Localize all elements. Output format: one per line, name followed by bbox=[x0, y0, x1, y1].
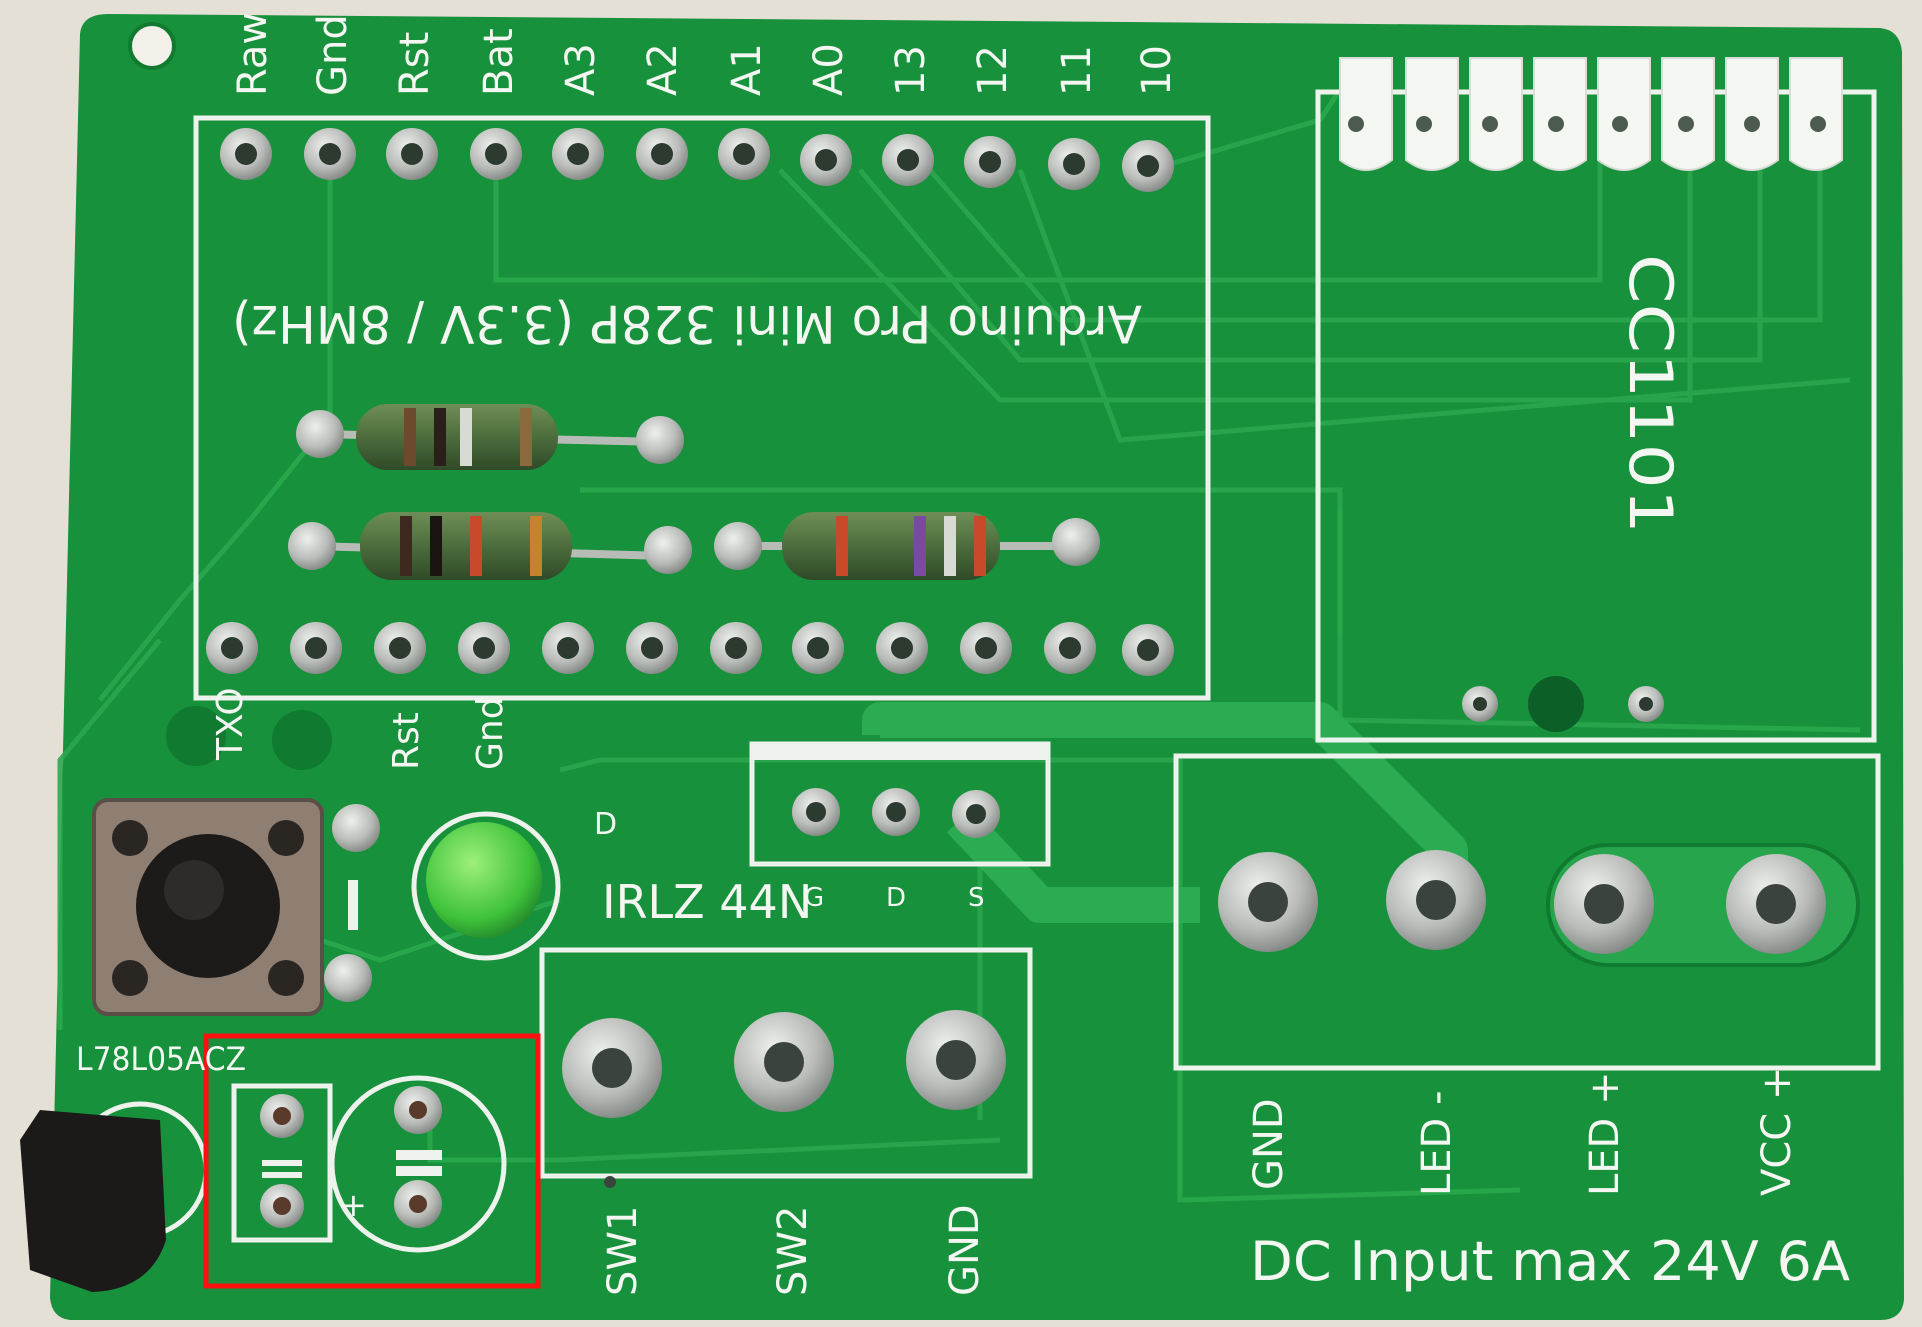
input-rating-label: DC Input max 24V 6A bbox=[1250, 1230, 1850, 1293]
regulator-label: L78L05ACZ bbox=[76, 1040, 246, 1078]
rst-pad bbox=[272, 710, 332, 770]
button-pad bbox=[324, 954, 372, 1002]
mosfet-pads bbox=[792, 788, 1000, 838]
button-silkscreen-mark bbox=[348, 880, 358, 930]
mounting-hole bbox=[128, 22, 176, 70]
pin-label-a0: A0 bbox=[806, 43, 852, 96]
lower-label-rst: Rst bbox=[386, 712, 427, 770]
mosfet-tab-band bbox=[752, 742, 1048, 760]
electrolytic-cap-pads bbox=[394, 1086, 442, 1228]
pin-label-a3: A3 bbox=[558, 43, 604, 96]
switch-terminal-pads bbox=[562, 1010, 1006, 1118]
mosfet-pin-s: S bbox=[968, 883, 985, 913]
mosfet-label: IRLZ 44N bbox=[602, 875, 812, 929]
pin-label-13: 13 bbox=[888, 45, 934, 96]
terminal-label-sw1: SW1 bbox=[600, 1206, 646, 1296]
lower-label-gnd: Gnd bbox=[470, 696, 511, 770]
power-label-led-minus: LED - bbox=[1414, 1090, 1460, 1196]
power-label-led-plus: LED + bbox=[1582, 1071, 1628, 1196]
reset-button[interactable] bbox=[92, 798, 324, 1016]
green-led bbox=[426, 822, 542, 938]
radio-label: CC1101 bbox=[1615, 254, 1685, 534]
pin-label-gnd: Gnd bbox=[310, 14, 356, 96]
mosfet-pin-d: D bbox=[886, 883, 906, 913]
pin-label-rst: Rst bbox=[392, 32, 438, 96]
ceramic-cap-pads bbox=[260, 1094, 304, 1228]
button-pad bbox=[332, 804, 380, 852]
power-label-vcc-plus: VCC + bbox=[1754, 1067, 1800, 1196]
power-label-gnd: GND bbox=[1246, 1098, 1292, 1190]
regulator-body bbox=[20, 1110, 166, 1292]
pin-label-10: 10 bbox=[1134, 45, 1180, 96]
capacitor-polarity: + bbox=[340, 1186, 367, 1224]
pcb-photo: Raw Gnd Rst Bat A3 A2 A1 A0 13 12 11 10 … bbox=[0, 0, 1922, 1327]
terminal-label-gnd: GND bbox=[942, 1204, 988, 1296]
via bbox=[604, 1176, 616, 1188]
pin-label-12: 12 bbox=[970, 45, 1016, 96]
pin-label-raw: Raw bbox=[230, 12, 276, 96]
pin-label-bat: Bat bbox=[476, 28, 522, 96]
led-marker: D bbox=[594, 807, 617, 842]
pin-label-a1: A1 bbox=[724, 43, 770, 96]
terminal-label-sw2: SW2 bbox=[770, 1206, 816, 1296]
pin-label-a2: A2 bbox=[640, 43, 686, 96]
mosfet-pin-g: G bbox=[804, 883, 824, 913]
pin-label-11: 11 bbox=[1054, 45, 1100, 96]
module-label: Arduino Pro Mini 328P (3.3V / 8MHz) bbox=[232, 293, 1142, 353]
lower-label-txo: TXO bbox=[210, 687, 251, 761]
